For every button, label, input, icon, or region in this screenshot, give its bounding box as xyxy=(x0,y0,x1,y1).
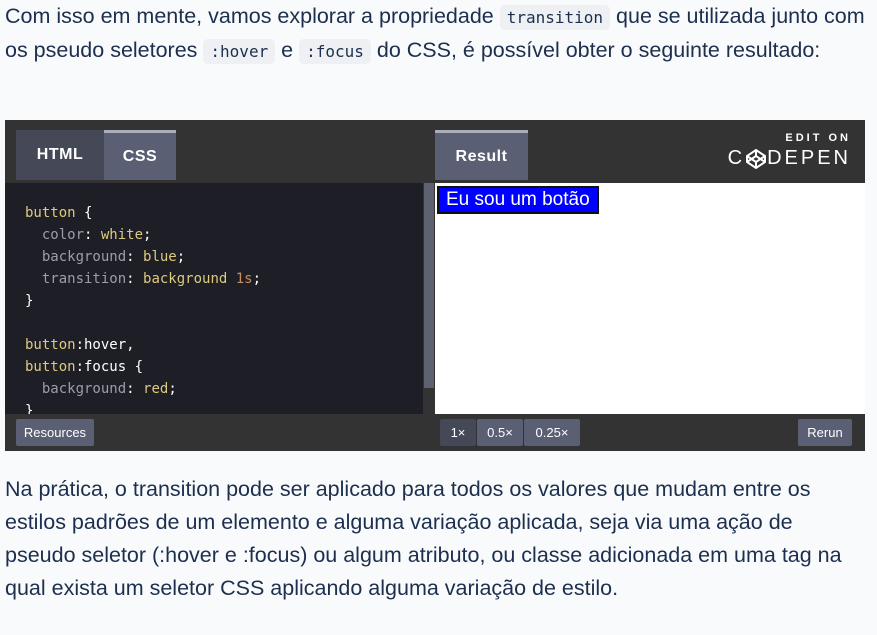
codepen-footer: Resources 1× 0.5× 0.25× Rerun xyxy=(5,414,865,451)
codepen-brand-rest: DEPEN xyxy=(767,147,851,169)
zoom-1x-button[interactable]: 1× xyxy=(440,419,476,446)
intro-text-4: do CSS, é possível obter o seguinte resu… xyxy=(370,38,821,62)
code-token: red xyxy=(143,381,169,397)
scrollbar-thumb[interactable] xyxy=(424,183,434,388)
resources-button[interactable]: Resources xyxy=(16,419,94,446)
inline-code-focus: :focus xyxy=(299,39,371,64)
intro-text-1: Com isso em mente, vamos explorar a prop… xyxy=(5,4,500,28)
code-token: } xyxy=(25,293,34,309)
tab-css[interactable]: CSS xyxy=(104,130,176,180)
code-token: button xyxy=(25,205,76,221)
outro-paragraph: Na prática, o transition pode ser aplica… xyxy=(5,477,842,600)
edit-on-codepen-link[interactable]: EDIT ON C DEPEN xyxy=(728,132,851,170)
code-token: background xyxy=(41,381,127,397)
codepen-embed: HTML CSS Result EDIT ON C DEPEN button {… xyxy=(5,120,865,451)
edit-on-label: EDIT ON xyxy=(785,132,851,144)
zoom-0-25x-button[interactable]: 0.25× xyxy=(524,419,580,446)
code-token: transition xyxy=(41,271,127,287)
code-token: blue xyxy=(143,249,177,265)
code-token: button xyxy=(25,359,76,375)
inline-code-hover: :hover xyxy=(203,39,276,64)
code-token: button xyxy=(25,337,76,353)
tab-html[interactable]: HTML xyxy=(16,130,104,180)
intro-text-3: e xyxy=(275,38,300,62)
intro-paragraph: Com isso em mente, vamos explorar a prop… xyxy=(5,0,865,68)
demo-button[interactable]: Eu sou um botão xyxy=(437,186,599,214)
tab-result[interactable]: Result xyxy=(435,130,528,180)
code-token: background xyxy=(41,249,127,265)
inline-code-transition: transition xyxy=(499,5,611,30)
codepen-logo: C DEPEN xyxy=(728,147,851,170)
result-pane: Eu sou um botão xyxy=(435,183,865,414)
codepen-header: HTML CSS Result EDIT ON C DEPEN xyxy=(5,120,865,183)
code-token: :hover xyxy=(75,337,127,353)
code-token: :focus xyxy=(75,359,127,375)
code-token: color xyxy=(41,227,85,243)
pane-resize-handle[interactable] xyxy=(423,183,435,414)
css-code-editor[interactable]: button { color: white; background: blue;… xyxy=(5,183,423,419)
code-token: 1s xyxy=(235,271,253,287)
code-token: background xyxy=(143,271,228,287)
code-token: white xyxy=(100,227,144,243)
rerun-button[interactable]: Rerun xyxy=(798,419,852,446)
codepen-cube-icon xyxy=(746,148,767,169)
code-token: { xyxy=(75,205,93,221)
zoom-0-5x-button[interactable]: 0.5× xyxy=(477,419,523,446)
codepen-brand-c: C xyxy=(727,147,746,169)
